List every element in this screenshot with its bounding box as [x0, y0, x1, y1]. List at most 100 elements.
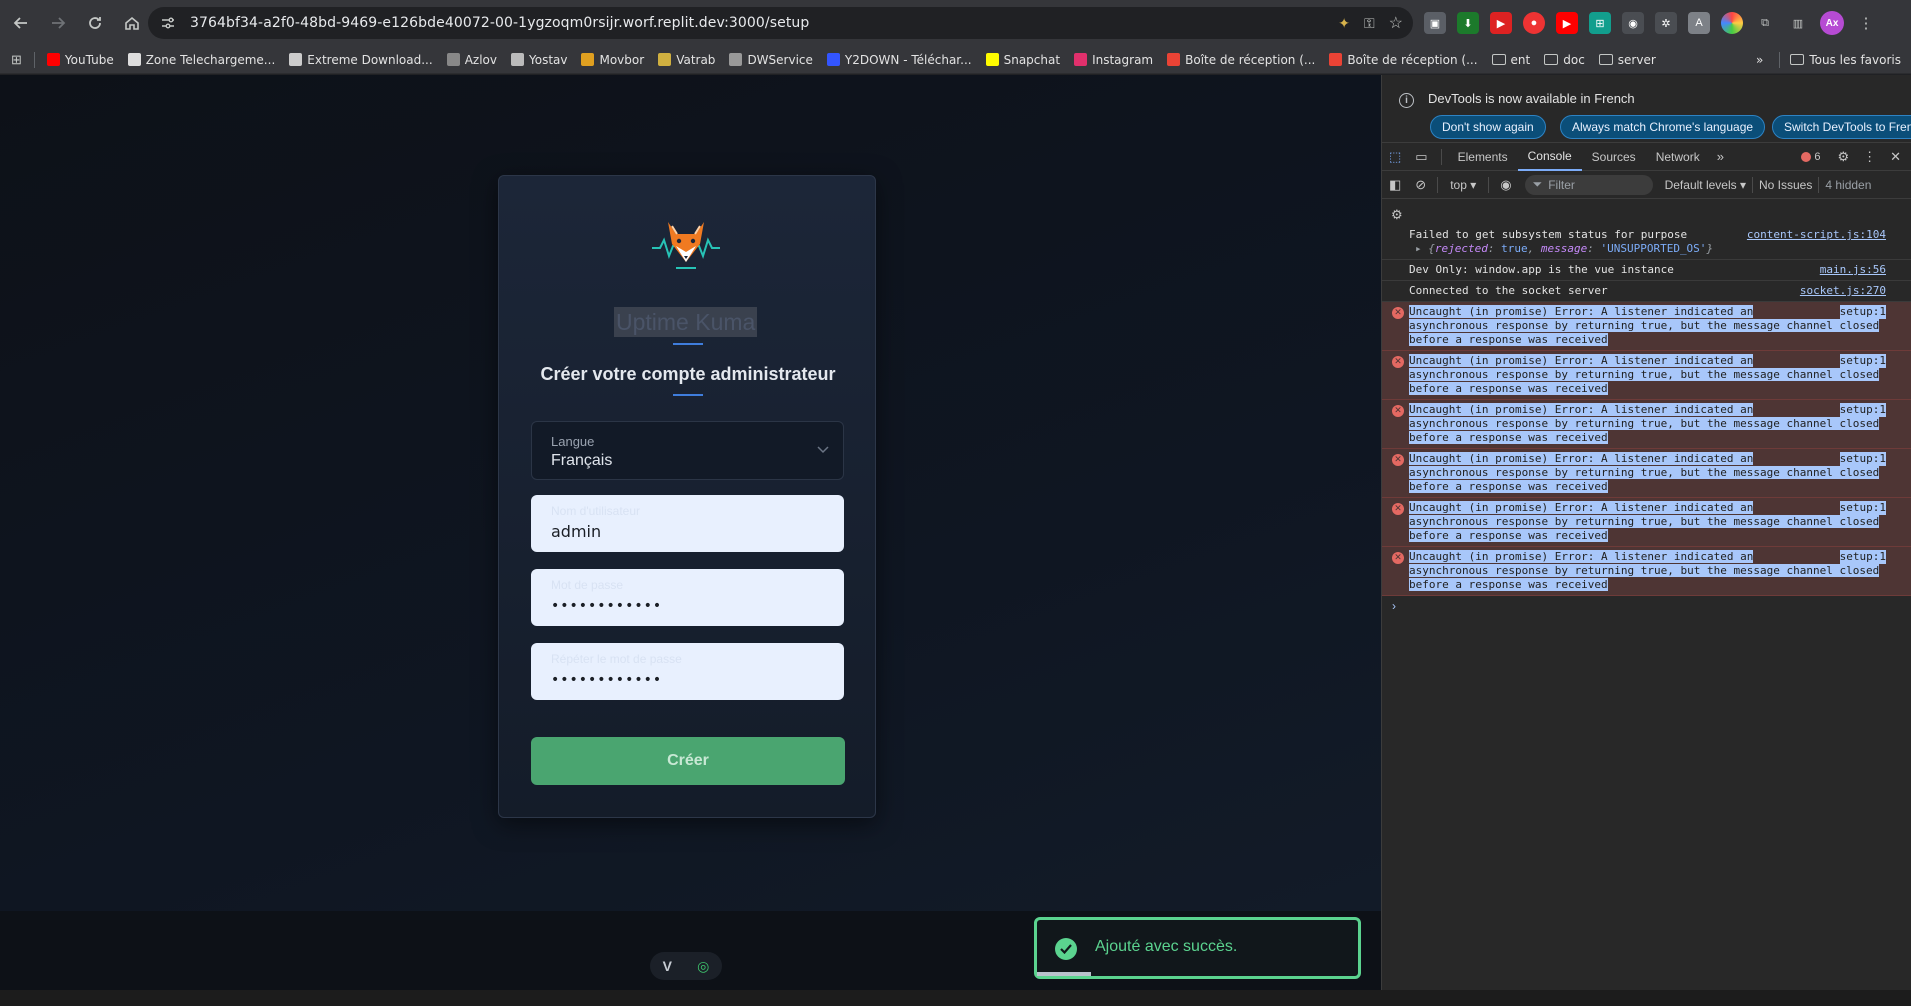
close-icon[interactable]: ✕ — [1883, 143, 1908, 171]
sidebar-toggle-icon[interactable]: ▥ — [1787, 12, 1809, 34]
success-toast[interactable]: Ajouté avec succès. — [1034, 917, 1361, 979]
tab-sources[interactable]: Sources — [1582, 143, 1646, 171]
live-expression-eye-icon[interactable]: ◉ — [1493, 171, 1518, 199]
bookmark-item[interactable]: Azlov — [446, 53, 497, 67]
home-button[interactable] — [116, 7, 148, 39]
repeat-password-value: •••••••••••• — [551, 672, 663, 688]
all-bookmarks-folder[interactable]: Tous les favoris — [1790, 53, 1901, 67]
bookmark-item[interactable]: Movbor — [581, 53, 644, 67]
divider — [1437, 176, 1439, 193]
match-chrome-language-button[interactable]: Always match Chrome's language — [1560, 115, 1766, 139]
error-source-link[interactable]: setup:1 — [1839, 452, 1886, 466]
chevron-down-icon — [817, 446, 829, 454]
extension-spark-icon[interactable]: ✦ — [1338, 15, 1350, 32]
log-source-link[interactable]: main.js:56 — [1819, 263, 1886, 277]
floating-toolbar: V ◎ — [650, 952, 722, 980]
filter-input[interactable]: ⏷ Filter — [1524, 174, 1653, 195]
bookmark-item[interactable]: Boîte de réception (... — [1167, 53, 1315, 67]
error-source-link[interactable]: setup:1 — [1839, 354, 1886, 368]
avatar[interactable]: Ax — [1820, 11, 1844, 35]
extension-red-drop-icon[interactable]: ● — [1523, 12, 1545, 34]
more-tabs-chevron-icon[interactable]: » — [1710, 143, 1731, 171]
password-key-icon[interactable]: ⚿ — [1364, 15, 1375, 32]
password-field[interactable]: Mot de passe •••••••••••• — [531, 569, 844, 626]
tab-elements[interactable]: Elements — [1448, 143, 1518, 171]
address-bar[interactable]: 3764bf34-a2f0-48bd-9469-e126bde40072-00-… — [148, 7, 1413, 39]
toast-message: Ajouté avec succès. — [1095, 938, 1238, 955]
more-options-icon[interactable]: ⋮ — [1856, 143, 1883, 171]
console-log-row: Failed to get subsystem status for purpo… — [1382, 225, 1911, 260]
bookmark-item[interactable]: Boîte de réception (... — [1329, 53, 1478, 67]
console-log-row: Connected to the socket server socket.js… — [1382, 281, 1911, 302]
log-source-link[interactable]: socket.js:270 — [1799, 284, 1886, 298]
tab-console[interactable]: Console — [1517, 143, 1582, 171]
bookmark-item[interactable]: Yostav — [510, 53, 567, 67]
log-levels-select[interactable]: Default levels ▾ — [1665, 178, 1746, 192]
extension-a-icon[interactable]: A — [1688, 12, 1710, 34]
vue-devtools-icon[interactable]: V — [663, 958, 672, 974]
console-prompt[interactable]: › — [1382, 596, 1911, 616]
back-button[interactable] — [5, 7, 37, 39]
switch-to-french-button[interactable]: Switch DevTools to French — [1772, 115, 1911, 139]
console-error-row: ✕ Uncaught (in promise) Error: A listener… — [1382, 449, 1911, 498]
error-source-link[interactable]: setup:1 — [1839, 403, 1886, 417]
context-select[interactable]: top ▾ — [1442, 178, 1484, 192]
tab-search-icon[interactable]: ▣ — [1424, 12, 1446, 34]
bookmark-item[interactable]: Y2DOWN - Téléchar... — [826, 53, 972, 67]
bookmark-favicon-icon — [1167, 53, 1181, 66]
bookmark-item[interactable]: Snapchat — [985, 53, 1060, 67]
error-source-link[interactable]: setup:1 — [1839, 305, 1886, 319]
bookmark-favicon-icon — [446, 53, 460, 66]
extensions-puzzle-icon[interactable]: ⧉ — [1754, 12, 1776, 34]
tab-network[interactable]: Network — [1646, 143, 1710, 171]
extension-green-icon[interactable]: ⬇ — [1457, 12, 1479, 34]
bookmark-folder-ent[interactable]: ent — [1491, 53, 1530, 67]
extension-color-icon[interactable] — [1721, 12, 1743, 34]
log-source-link[interactable]: content-script.js:104 — [1746, 228, 1886, 242]
reload-button[interactable] — [79, 7, 111, 39]
bookmark-item[interactable]: DWService — [729, 53, 813, 67]
extension-gear-icon[interactable]: ✲ — [1655, 12, 1677, 34]
sidebar-toggle-icon[interactable]: ◧ — [1382, 171, 1408, 199]
more-bookmarks-chevron-icon[interactable]: » — [1756, 53, 1763, 67]
log-detail[interactable]: ▸ {rejected: true, message: 'UNSUPPORTED… — [1415, 242, 1886, 256]
settings-gear-icon[interactable]: ⚙ — [1830, 143, 1856, 171]
extension-youtube-icon[interactable]: ▶ — [1556, 12, 1578, 34]
page-viewport: Uptime Kuma Créer votre compte administr… — [0, 75, 1381, 990]
bookmark-favicon-icon — [1074, 53, 1088, 66]
folder-icon — [1491, 54, 1506, 65]
extension-teal-icon[interactable]: ⊞ — [1589, 12, 1611, 34]
create-button[interactable]: Créer — [531, 737, 845, 785]
bookmark-item[interactable]: Extreme Download... — [289, 53, 433, 67]
divider — [1488, 176, 1490, 193]
language-select[interactable]: Langue Français — [531, 421, 844, 480]
bookmark-folder-doc[interactable]: doc — [1544, 53, 1585, 67]
target-icon[interactable]: ◎ — [697, 958, 709, 975]
repeat-password-field[interactable]: Répéter le mot de passe •••••••••••• — [531, 643, 844, 700]
chrome-menu-icon[interactable]: ⋮ — [1855, 12, 1877, 34]
bookmark-item[interactable]: Vatrab — [658, 53, 715, 67]
console-output: Failed to get subsystem status for purpo… — [1382, 225, 1911, 616]
error-source-link[interactable]: setup:1 — [1839, 550, 1886, 564]
password-label: Mot de passe — [551, 578, 624, 592]
forward-button[interactable] — [42, 7, 74, 39]
bookmark-star-icon[interactable]: ☆ — [1389, 13, 1403, 33]
page-title: Créer votre compte administrateur — [540, 364, 836, 384]
extension-camera-icon[interactable]: ◉ — [1622, 12, 1644, 34]
extensions-area: ▣ ⬇ ▶ ● ▶ ⊞ ◉ ✲ A ⧉ ▥ Ax ⋮ — [1424, 7, 1877, 39]
error-source-link[interactable]: setup:1 — [1839, 501, 1886, 515]
issues-count[interactable]: No Issues — [1759, 178, 1812, 192]
device-toolbar-icon[interactable]: ▭ — [1408, 143, 1434, 171]
apps-grid-icon[interactable]: ⊞ — [11, 52, 22, 68]
extension-red-play-icon[interactable]: ▶ — [1490, 12, 1512, 34]
bookmark-folder-server[interactable]: server — [1598, 53, 1656, 67]
bookmark-item[interactable]: Instagram — [1074, 53, 1153, 67]
bookmark-item[interactable]: YouTube — [46, 53, 114, 67]
site-info-icon[interactable] — [158, 13, 178, 33]
clear-console-icon[interactable]: ⊘ — [1408, 171, 1433, 199]
error-counter[interactable]: 6 — [1801, 151, 1820, 163]
dont-show-again-button[interactable]: Don't show again — [1430, 115, 1546, 139]
inspect-element-icon[interactable]: ⬚ — [1382, 143, 1408, 171]
username-field[interactable]: Nom d'utilisateur admin — [531, 495, 844, 552]
bookmark-item[interactable]: Zone Telechargeme... — [127, 53, 275, 67]
